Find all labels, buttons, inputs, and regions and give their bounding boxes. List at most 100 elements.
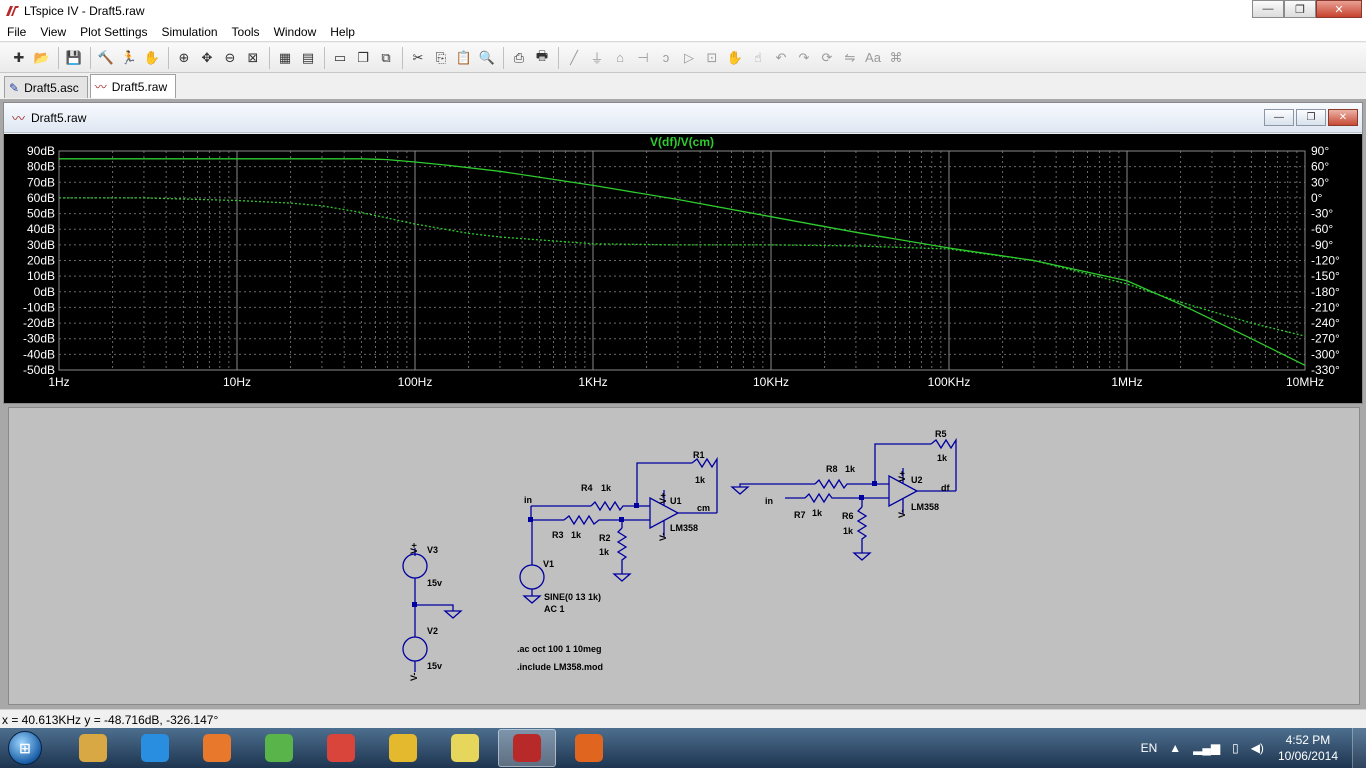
minimize-button[interactable]: — (1252, 0, 1284, 18)
cascade-icon[interactable]: ❐ (352, 47, 374, 69)
taskbar-app-ltspice[interactable] (498, 729, 556, 767)
component-icon[interactable]: ⊡ (701, 47, 723, 69)
menu-window[interactable]: Window (267, 22, 324, 42)
ground-icon[interactable]: ⏚ (586, 47, 608, 69)
taskbar-app-chrome[interactable] (374, 729, 432, 767)
u2-vplus-label: V+ (897, 471, 907, 482)
rotate-icon[interactable]: ⟳ (816, 47, 838, 69)
taskbar-app-firefox[interactable] (560, 729, 618, 767)
new-schematic-icon[interactable]: ✚ (8, 47, 30, 69)
u2-label: U2 (911, 475, 923, 485)
drag-icon[interactable]: ☝ (747, 47, 769, 69)
u1-label: U1 (670, 496, 682, 506)
undo-icon[interactable]: ↶ (770, 47, 792, 69)
taskbar-app-sticky-notes[interactable] (436, 729, 494, 767)
autorange-icon[interactable]: ▦ (274, 47, 296, 69)
toolbar: ✚ 📂 💾 🔨 🏃 ✋ ⊕ ✥ ⊖ ⊠ ▦ ▤ ▭ ❐ ⧉ ✂ ⎘ 📋 🔍 ⎙ 🖶 ╱ ⏚ ⌂ ⊣ ↄ ▷ ⊡ ✋ ☝ ↶ ↷ ⟳ ⇋ Aa ⌘ (0, 43, 1366, 73)
clock-date: 10/06/2014 (1277, 749, 1338, 763)
plot-background (4, 134, 1362, 403)
v3-source-symbol[interactable] (402, 553, 428, 579)
ltspice-icon (513, 734, 541, 762)
y-left-tick-label: 30dB (27, 238, 55, 252)
halt-icon[interactable]: ✋ (141, 47, 163, 69)
taskbar-app-media-player[interactable] (188, 729, 246, 767)
paste-icon[interactable]: 📋 (453, 47, 475, 69)
menu-help[interactable]: Help (323, 22, 362, 42)
capacitor-icon[interactable]: ⊣ (632, 47, 654, 69)
close-button[interactable]: ✕ (1316, 0, 1362, 18)
plot-close-button[interactable]: ✕ (1328, 109, 1358, 126)
close-window-icon[interactable]: ⧉ (375, 47, 397, 69)
r7-label: R7 (794, 510, 806, 520)
tab-draft5-raw[interactable]: 〰 Draft5.raw (89, 74, 177, 98)
r8-value: 1k (845, 464, 856, 474)
menu-file[interactable]: File (0, 22, 33, 42)
tab-label: Draft5.asc (24, 80, 79, 95)
volume-icon[interactable]: ◀) (1251, 741, 1264, 755)
save-icon[interactable]: 💾 (63, 47, 85, 69)
spice-directive-ac[interactable]: .ac oct 100 1 10meg (517, 644, 602, 654)
net-label-in: in (524, 495, 532, 505)
mirror-icon[interactable]: ⇋ (839, 47, 861, 69)
taskbar-app-messenger[interactable] (250, 729, 308, 767)
toolbar-separator (168, 46, 169, 69)
print-icon[interactable]: 🖶 (531, 47, 553, 69)
clock[interactable]: 4:52 PM 10/06/2014 (1278, 732, 1338, 764)
menu-view[interactable]: View (33, 22, 73, 42)
bode-plot[interactable]: 90dB80dB70dB60dB50dB40dB30dB20dB10dB0dB-… (4, 134, 1362, 403)
u2-model: LM358 (911, 502, 939, 512)
spice-directive-include[interactable]: .include LM358.mod (517, 662, 603, 672)
find-icon[interactable]: 🔍 (476, 47, 498, 69)
v3-vplus-label: V+ (409, 543, 419, 554)
print-setup-icon[interactable]: ⎙ (508, 47, 530, 69)
zoom-out-icon[interactable]: ⊖ (219, 47, 241, 69)
start-button[interactable]: ⊞ (0, 728, 50, 768)
schematic-canvas[interactable]: in R4 1k R3 1k R2 1k R1 1k U1 LM358 cm V… (9, 408, 1359, 704)
pan-icon[interactable]: ✥ (196, 47, 218, 69)
text-icon[interactable]: Aa (862, 47, 884, 69)
taskbar-app-explorer[interactable] (64, 729, 122, 767)
power-icon[interactable]: ▯ (1232, 741, 1239, 755)
v1-source-symbol[interactable] (519, 564, 545, 590)
spice-directive-icon[interactable]: ⌘ (885, 47, 907, 69)
menu-simulation[interactable]: Simulation (155, 22, 225, 42)
y-right-tick-label: -60° (1311, 222, 1333, 236)
schematic-window[interactable]: in R4 1k R3 1k R2 1k R1 1k U1 LM358 cm V… (8, 407, 1360, 705)
plot-minimize-button[interactable]: — (1264, 109, 1294, 126)
plot-maximize-button[interactable]: ❐ (1296, 109, 1326, 126)
taskbar-app-internet-explorer[interactable] (126, 729, 184, 767)
document-tabs: ✎ Draft5.asc 〰 Draft5.raw (0, 74, 1366, 98)
label-net-icon[interactable]: ⌂ (609, 47, 631, 69)
run-icon[interactable]: 🏃 (118, 47, 140, 69)
menu-plot-settings[interactable]: Plot Settings (73, 22, 154, 42)
internet-explorer-icon (141, 734, 169, 762)
r2-value: 1k (599, 547, 610, 557)
copy-icon[interactable]: ⎘ (430, 47, 452, 69)
add-trace-icon[interactable]: ▤ (297, 47, 319, 69)
zoom-fit-icon[interactable]: ⊠ (242, 47, 264, 69)
v1-label: V1 (543, 559, 554, 569)
trace-title[interactable]: V(df)/V(cm) (650, 135, 714, 149)
taskbar-app-photo-tool[interactable] (312, 729, 370, 767)
window-titlebar: LTspice IV - Draft5.raw — ❐ ✕ (0, 0, 1366, 22)
tile-horizontal-icon[interactable]: ▭ (329, 47, 351, 69)
show-hidden-icons-icon[interactable]: ▲ (1169, 741, 1181, 755)
diode-icon[interactable]: ▷ (678, 47, 700, 69)
x-tick-label: 10KHz (753, 375, 789, 389)
draw-wire-icon[interactable]: ╱ (563, 47, 585, 69)
v2-source-symbol[interactable] (402, 636, 428, 662)
open-icon[interactable]: 📂 (31, 47, 53, 69)
control-panel-icon[interactable]: 🔨 (95, 47, 117, 69)
y-right-tick-label: -300° (1311, 347, 1340, 361)
tab-draft5-asc[interactable]: ✎ Draft5.asc (4, 76, 88, 98)
language-indicator[interactable]: EN (1141, 741, 1158, 755)
menu-tools[interactable]: Tools (225, 22, 267, 42)
cut-icon[interactable]: ✂ (407, 47, 429, 69)
network-icon[interactable]: ▂▄▆ (1193, 741, 1220, 755)
maximize-button[interactable]: ❐ (1284, 0, 1316, 18)
inductor-icon[interactable]: ↄ (655, 47, 677, 69)
redo-icon[interactable]: ↷ (793, 47, 815, 69)
zoom-in-icon[interactable]: ⊕ (173, 47, 195, 69)
show-desktop-button[interactable] (1352, 728, 1366, 768)
move-icon[interactable]: ✋ (724, 47, 746, 69)
